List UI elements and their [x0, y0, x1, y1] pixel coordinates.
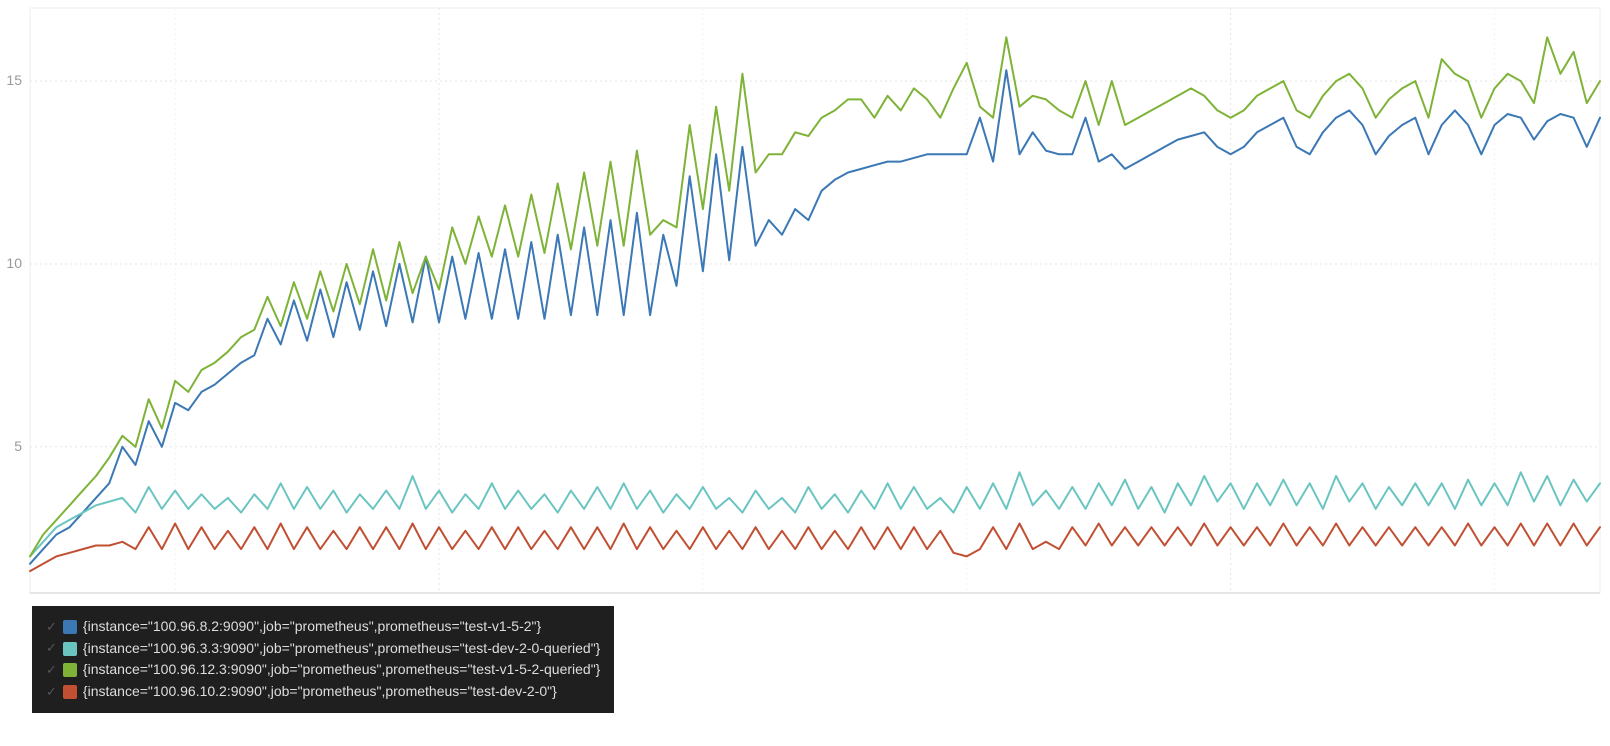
x-tick-label: 00:00 — [421, 598, 456, 600]
timeseries-chart[interactable]: 5 10 15 00:00 06:00 — [0, 0, 1610, 600]
legend-swatch — [63, 663, 77, 677]
check-icon: ✓ — [46, 682, 57, 702]
series-line-0[interactable] — [30, 70, 1600, 564]
legend-label: {instance="100.96.3.3:9090",job="prometh… — [83, 638, 600, 660]
y-tick-label: 15 — [6, 72, 22, 88]
check-icon: ✓ — [46, 617, 57, 637]
chart-legend: ✓ {instance="100.96.8.2:9090",job="promet… — [32, 606, 614, 713]
check-icon: ✓ — [46, 638, 57, 658]
series-line-1[interactable] — [30, 472, 1600, 556]
legend-swatch — [63, 620, 77, 634]
legend-swatch — [63, 685, 77, 699]
legend-item-2[interactable]: ✓ {instance="100.96.12.3:9090",job="prome… — [46, 659, 600, 681]
legend-label: {instance="100.96.12.3:9090",job="promet… — [83, 659, 600, 681]
check-icon: ✓ — [46, 660, 57, 680]
legend-item-3[interactable]: ✓ {instance="100.96.10.2:9090",job="prome… — [46, 681, 600, 703]
y-tick-label: 5 — [14, 438, 22, 454]
y-tick-label: 10 — [6, 255, 22, 271]
series-line-3[interactable] — [30, 524, 1600, 572]
legend-item-1[interactable]: ✓ {instance="100.96.3.3:9090",job="promet… — [46, 638, 600, 660]
legend-label: {instance="100.96.10.2:9090",job="promet… — [83, 681, 557, 703]
legend-swatch — [63, 642, 77, 656]
series-line-2[interactable] — [30, 37, 1600, 556]
legend-label: {instance="100.96.8.2:9090",job="prometh… — [83, 616, 541, 638]
legend-item-0[interactable]: ✓ {instance="100.96.8.2:9090",job="promet… — [46, 616, 600, 638]
x-tick-label: 06:00 — [1213, 598, 1248, 600]
